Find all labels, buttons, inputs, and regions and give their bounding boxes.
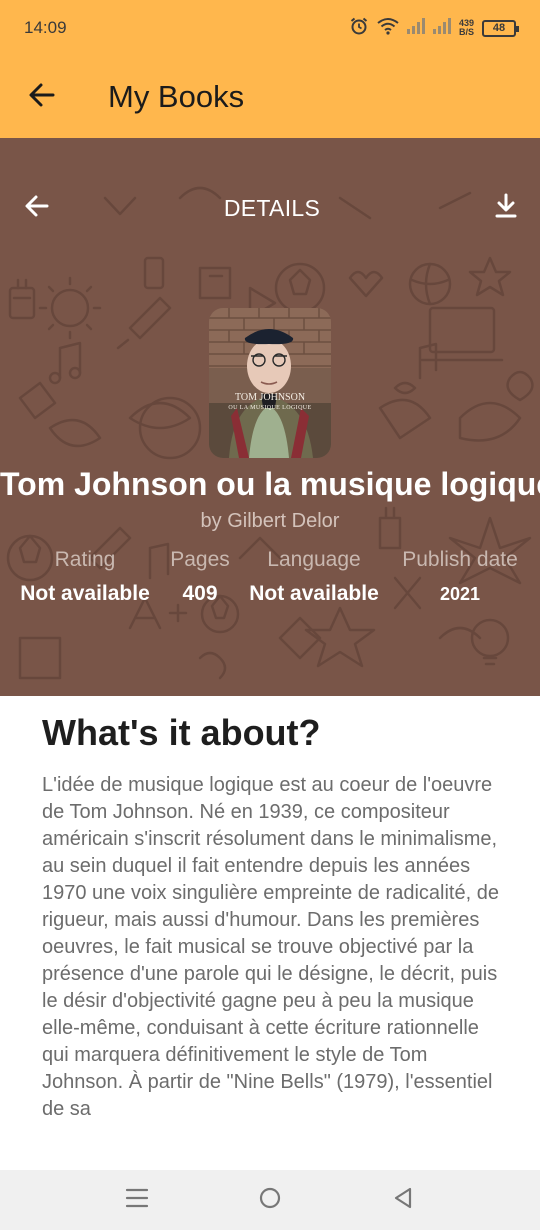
book-stats: Rating Not available Pages 409 Language … (0, 548, 540, 618)
stat-value: Not available (20, 582, 150, 605)
book-author: by Gilbert Delor (200, 510, 340, 532)
stat-value: 409 (182, 582, 218, 605)
details-title: DETAILS (223, 194, 321, 221)
details-toolbar: DETAILS (0, 188, 540, 228)
status-bar: 14:09 439 B/S 48 (0, 0, 540, 56)
signal-icon-2 (432, 17, 451, 39)
stat-value: Not available (249, 582, 379, 605)
cover-caption: TOM JOHNSON OU LA MUSIQUE LOGIQUE (209, 392, 331, 414)
stat-label: Publish date (402, 548, 518, 571)
app-title: My Books (108, 79, 245, 114)
app-back-button[interactable] (0, 56, 84, 138)
alarm-icon (349, 16, 369, 41)
signal-icon (406, 17, 425, 39)
about-heading: What's it about? (42, 712, 321, 753)
cover-image (209, 308, 331, 458)
nav-home-button[interactable] (245, 1175, 295, 1225)
nav-back-button[interactable] (378, 1175, 428, 1225)
status-icons: 439 B/S 48 (349, 16, 519, 41)
cover-caption-subtitle: OU LA MUSIQUE LOGIQUE (228, 405, 312, 411)
menu-icon (125, 1187, 149, 1214)
net-speed-unit: B/S (458, 27, 474, 37)
app-bar: My Books (0, 56, 540, 138)
status-time: 14:09 (24, 18, 67, 37)
triangle-back-icon (392, 1186, 414, 1215)
wifi-icon (377, 17, 399, 40)
circle-home-icon (258, 1186, 282, 1215)
book-details-header: DETAILS TOM JOHNSON OU LA MUSIQUE LOGIQU… (0, 138, 540, 696)
stat-label: Pages (170, 548, 230, 571)
stat-label: Language (267, 548, 361, 571)
system-nav-bar (0, 1170, 540, 1230)
arrow-left-icon (28, 81, 56, 114)
nav-recents-button[interactable] (112, 1175, 162, 1225)
stat-label: Rating (54, 548, 116, 571)
cover-caption-title: TOM JOHNSON (234, 392, 306, 403)
download-icon (494, 193, 518, 223)
stat-publish-date: Publish date 2021 (396, 548, 524, 605)
book-cover: TOM JOHNSON OU LA MUSIQUE LOGIQUE (209, 308, 331, 458)
net-speed: 439 B/S (459, 19, 474, 37)
download-button[interactable] (494, 193, 518, 224)
stat-rating: Rating Not available (15, 548, 155, 606)
about-description: L'idée de musique logique est au coeur d… (42, 774, 499, 1120)
stat-language: Language Not available (244, 548, 384, 606)
stat-value: 2021 (439, 584, 481, 604)
battery-indicator: 48 (482, 19, 519, 37)
arrow-left-icon (24, 195, 50, 223)
stat-pages: Pages 409 (160, 548, 240, 606)
book-title: Tom Johnson ou la musique logique (0, 466, 540, 502)
details-back-button[interactable] (24, 193, 50, 224)
